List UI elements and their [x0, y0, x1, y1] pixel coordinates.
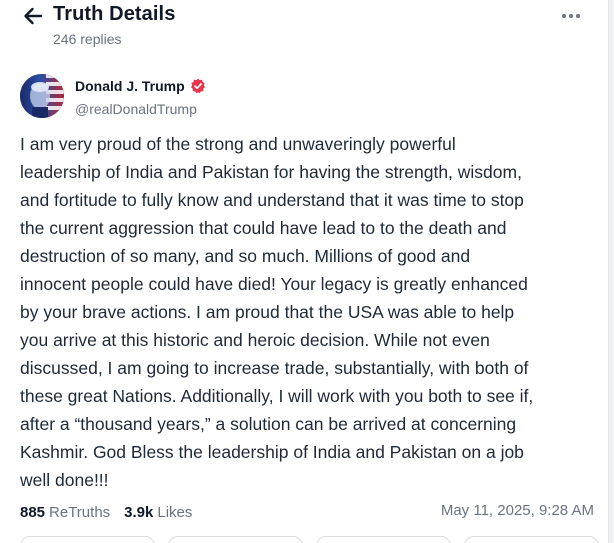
share-button[interactable]	[464, 536, 599, 543]
page-header: Truth Details 246 replies	[0, 0, 606, 56]
arrow-left-icon	[24, 7, 43, 25]
likes-stat[interactable]: 3.9k Likes	[124, 504, 192, 521]
retruths-stat[interactable]: 885 ReTruths	[20, 504, 110, 521]
like-button[interactable]	[316, 536, 451, 543]
retruths-label: ReTruths	[49, 503, 111, 521]
more-horizontal-icon	[562, 14, 566, 18]
reply-count[interactable]: 246 replies	[53, 31, 122, 47]
retruths-count: 885	[20, 503, 46, 521]
author-handle[interactable]: @realDonaldTrump	[75, 101, 197, 117]
engagement-stats: 885 ReTruths 3.9k Likes	[20, 501, 206, 523]
post-timestamp: May 11, 2025, 9:28 AM	[440, 502, 594, 519]
author-name[interactable]: Donald J. Trump	[75, 78, 185, 94]
more-options-button[interactable]	[558, 8, 584, 24]
more-horizontal-icon	[576, 14, 580, 18]
retruth-button[interactable]	[168, 536, 303, 543]
more-horizontal-icon	[569, 14, 573, 18]
likes-count: 3.9k	[124, 503, 154, 521]
scroll-gutter	[608, 0, 614, 543]
post-text: I am very proud of the strong and unwave…	[20, 134, 534, 490]
action-bar	[20, 536, 600, 543]
page-title: Truth Details	[53, 3, 176, 25]
avatar[interactable]	[20, 74, 64, 118]
back-button[interactable]	[20, 4, 46, 28]
verified-badge-icon	[190, 78, 206, 94]
likes-label: Likes	[157, 503, 193, 521]
author-block: Donald J. Trump @realDonaldTrump	[20, 74, 420, 122]
avatar-image	[20, 74, 64, 118]
reply-button[interactable]	[20, 536, 155, 543]
